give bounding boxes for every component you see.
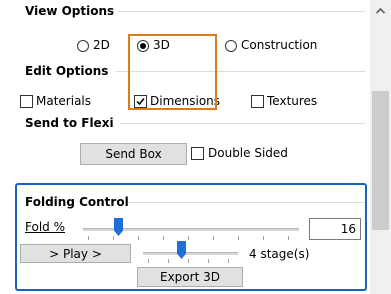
textures-checkbox[interactable]	[251, 95, 264, 108]
radio-construction-label[interactable]: Construction	[241, 38, 317, 52]
highlight-box-orange	[128, 34, 217, 110]
send-to-flexi-title: Send to Flexi	[25, 116, 114, 130]
view-options-separator	[118, 11, 365, 12]
radio-2d[interactable]	[77, 40, 89, 52]
send-to-flexi-separator	[120, 123, 365, 124]
materials-label[interactable]: Materials	[36, 94, 91, 108]
edit-options-title: Edit Options	[25, 64, 109, 78]
textures-label[interactable]: Textures	[267, 94, 317, 108]
send-box-button[interactable]: Send Box	[80, 143, 187, 165]
scroll-up-arrow-icon[interactable]	[370, 2, 391, 20]
radio-2d-label[interactable]: 2D	[93, 38, 110, 52]
materials-checkbox[interactable]	[20, 95, 33, 108]
double-sided-checkbox[interactable]	[191, 147, 204, 160]
double-sided-label[interactable]: Double Sided	[208, 146, 288, 160]
radio-construction[interactable]	[225, 40, 237, 52]
view-options-title: View Options	[25, 4, 115, 18]
vertical-scrollbar-thumb[interactable]	[372, 91, 389, 230]
highlight-box-blue	[15, 183, 367, 291]
